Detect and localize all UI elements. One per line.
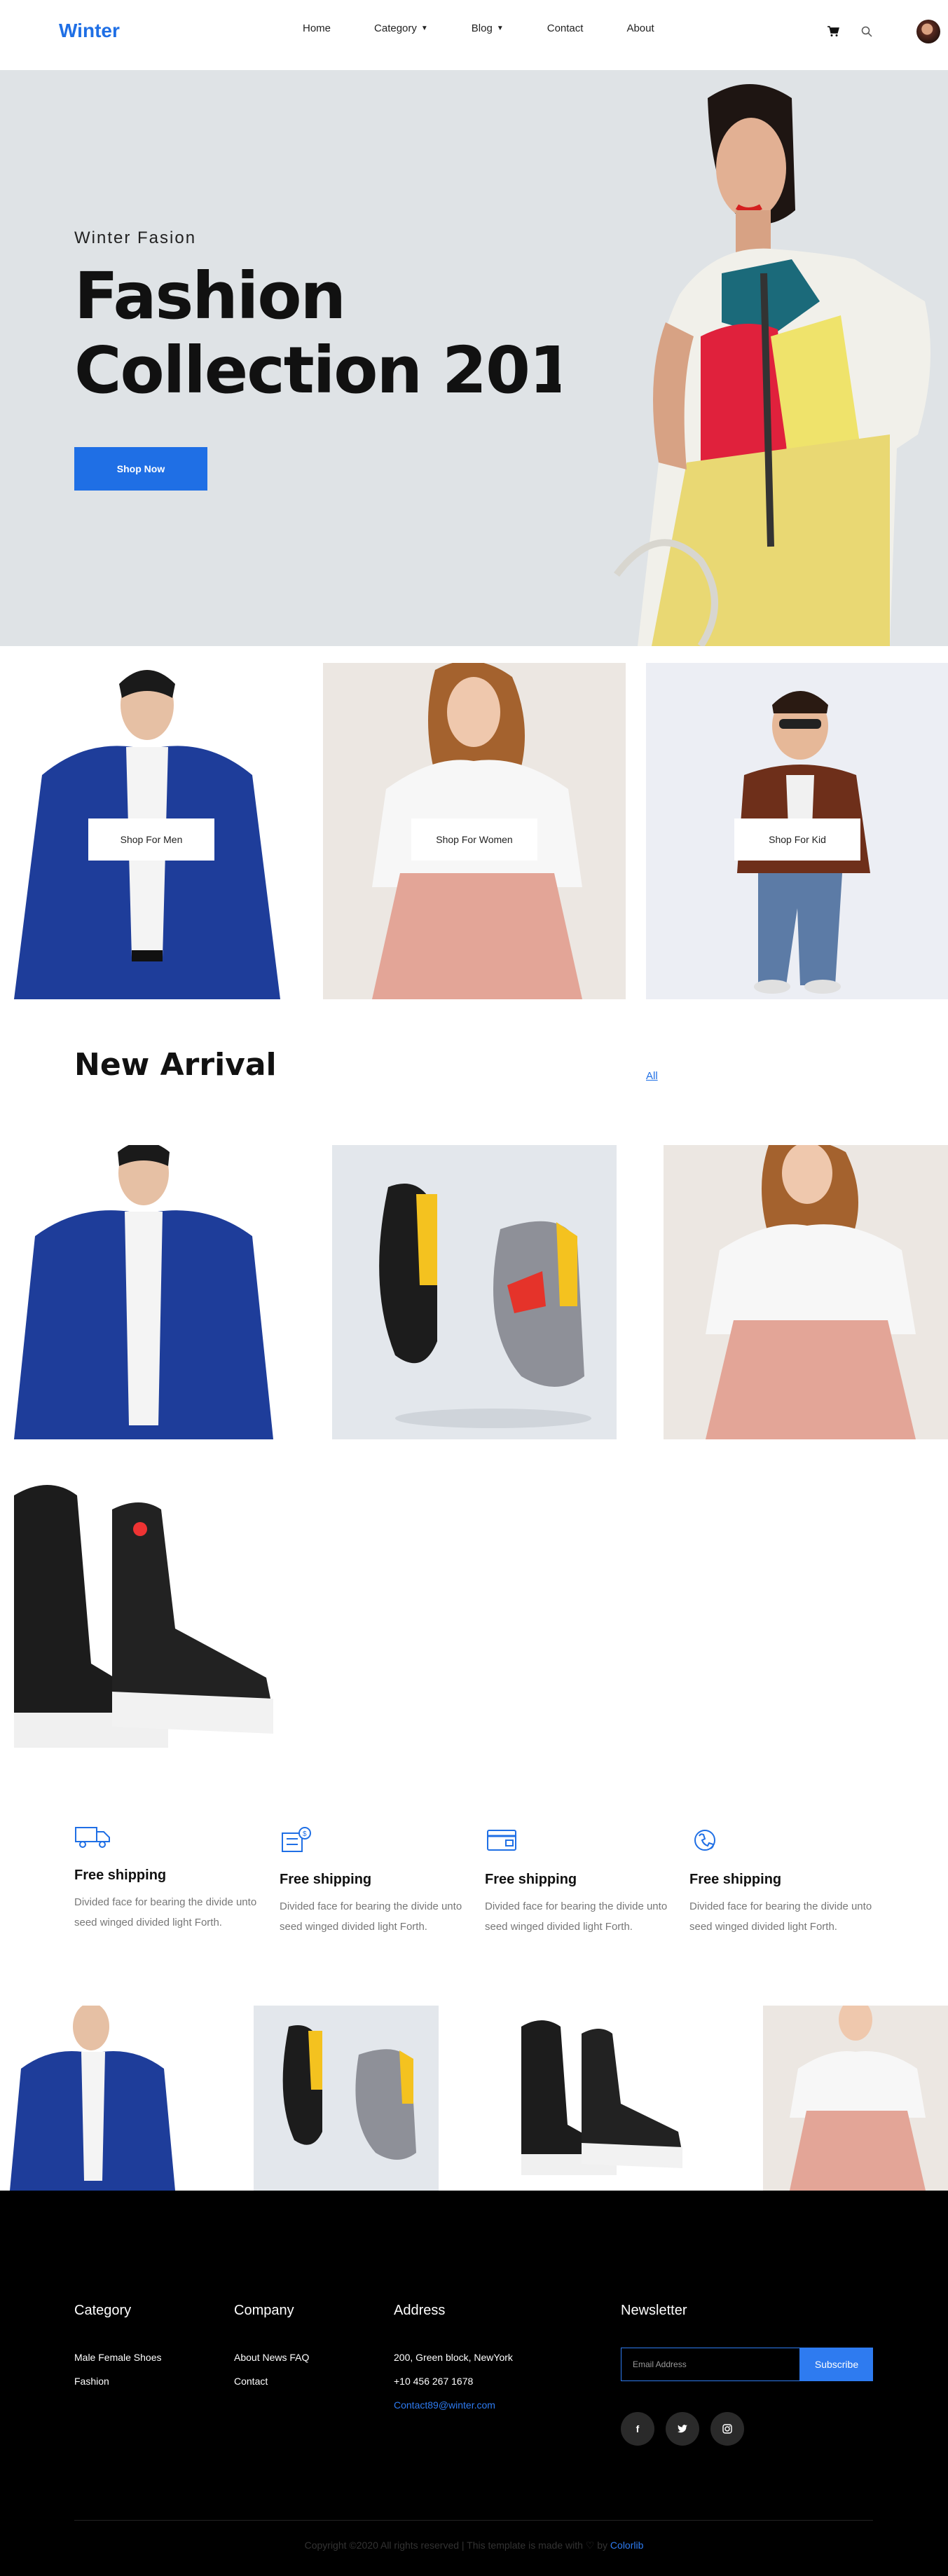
feature-text-line: seed winged divided light Forth. xyxy=(74,1917,222,1928)
product-card-high-top[interactable] xyxy=(0,1467,284,1762)
tile-kid[interactable]: Shop For Kid xyxy=(646,663,948,999)
svg-text:$: $ xyxy=(303,1830,307,1838)
hero-title-line-2: Collection 2019 xyxy=(74,333,617,408)
gallery-skirt xyxy=(763,2006,948,2191)
footer-category-links[interactable]: Male Female Shoes xyxy=(74,2352,162,2363)
facebook-icon[interactable]: f xyxy=(621,2412,654,2446)
tile-women[interactable]: Shop For Women xyxy=(323,663,626,999)
card-icon xyxy=(487,1830,516,1851)
nav-contact[interactable]: Contact xyxy=(547,22,584,34)
search-icon[interactable] xyxy=(858,22,876,41)
footer-category-title: Category xyxy=(74,2303,132,2318)
feature-text: Divided face for bearing the divide unto… xyxy=(485,1896,681,1937)
nav-home[interactable]: Home xyxy=(303,22,331,34)
product-card-blazer[interactable] xyxy=(0,1145,284,1439)
view-all-link[interactable]: All xyxy=(646,1070,658,1082)
site-footer: Category Male Female Shoes Fashion Compa… xyxy=(0,2191,948,2576)
feature-text-line: Divided face for bearing the divide unto xyxy=(485,1900,668,1912)
hero-subtitle: Winter Fasion xyxy=(74,228,197,247)
feature-text: Divided face for bearing the divide unto… xyxy=(74,1892,270,1933)
tile-men[interactable]: Shop For Men xyxy=(0,663,303,999)
footer-company-links[interactable]: About News FAQ xyxy=(234,2352,309,2363)
product-card-sneaker[interactable] xyxy=(332,1145,617,1439)
nav-about-label: About xyxy=(626,22,654,34)
hero-banner: Winter Fasion Fashion Collection 2019 Sh… xyxy=(0,70,948,646)
new-arrival-title: New Arrival xyxy=(74,1047,277,1083)
footer-address-line: 200, Green block, NewYork xyxy=(394,2352,513,2363)
feature-title: Free shipping xyxy=(485,1872,577,1887)
feature-title: Free shipping xyxy=(280,1872,372,1887)
feature-text-line: seed winged divided light Forth. xyxy=(280,1921,427,1933)
nav-about[interactable]: About xyxy=(626,22,654,34)
gallery-image-skirt[interactable] xyxy=(763,2006,948,2191)
footer-newsletter-title: Newsletter xyxy=(621,2303,687,2318)
money-icon: $ xyxy=(282,1827,311,1852)
feature-1: Free shipping Divided face for bearing t… xyxy=(74,1822,270,1933)
footer-company-title: Company xyxy=(234,2303,294,2318)
newsletter-email-input[interactable]: Email Address xyxy=(621,2348,800,2381)
nav-blog[interactable]: Blog ▼ xyxy=(472,22,504,34)
gallery-image-sneaker[interactable] xyxy=(254,2006,439,2191)
copyright-text: Copyright ©2020 All rights reserved | Th… xyxy=(0,2540,948,2551)
feature-title: Free shipping xyxy=(74,1868,167,1883)
instagram-icon[interactable] xyxy=(710,2412,744,2446)
shop-for-kid-button[interactable]: Shop For Kid xyxy=(734,818,860,861)
feature-text-line: Divided face for bearing the divide unto xyxy=(280,1900,462,1912)
sneaker-image xyxy=(332,1145,617,1439)
feature-text-line: seed winged divided light Forth. xyxy=(485,1921,633,1933)
high-top-image xyxy=(0,1467,284,1762)
truck-icon xyxy=(75,1827,110,1848)
nav-contact-label: Contact xyxy=(547,22,584,34)
site-header: Winter Home Category ▼ Blog ▼ Contact Abou… xyxy=(0,0,948,70)
feature-text: Divided face for bearing the divide unto… xyxy=(689,1896,886,1937)
shop-for-women-button[interactable]: Shop For Women xyxy=(411,818,537,861)
cart-icon[interactable] xyxy=(824,22,842,41)
feature-text-line: seed winged divided light Forth. xyxy=(689,1921,837,1933)
gallery-image-blazer[interactable] xyxy=(0,2006,185,2191)
caret-down-icon: ▼ xyxy=(420,25,428,32)
user-avatar[interactable] xyxy=(916,20,940,43)
site-logo[interactable]: Winter xyxy=(59,20,120,42)
colorlib-link[interactable]: Colorlib xyxy=(610,2540,643,2551)
main-nav: Home Category ▼ Blog ▼ Contact About xyxy=(303,22,698,34)
product-card-skirt[interactable] xyxy=(664,1145,948,1439)
hero-title-line-1: Fashion xyxy=(74,259,346,334)
shop-for-men-button[interactable]: Shop For Men xyxy=(88,818,214,861)
support-icon xyxy=(694,1830,715,1851)
gallery-high-top xyxy=(507,2006,692,2191)
feature-4: Free shipping Divided face for bearing t… xyxy=(689,1826,886,1937)
footer-category-fashion[interactable]: Fashion xyxy=(74,2376,109,2387)
footer-address-title: Address xyxy=(394,2303,446,2318)
gallery-image-high-top[interactable] xyxy=(507,2006,692,2191)
footer-company-contact[interactable]: Contact xyxy=(234,2376,268,2387)
copyright-prefix: Copyright ©2020 All rights reserved | Th… xyxy=(304,2540,610,2551)
caret-down-icon: ▼ xyxy=(496,25,504,32)
header-actions xyxy=(824,20,940,43)
feature-3: Free shipping Divided face for bearing t… xyxy=(485,1826,681,1937)
nav-category[interactable]: Category ▼ xyxy=(374,22,428,34)
footer-email-link[interactable]: Contact89@winter.com xyxy=(394,2399,495,2411)
nav-category-label: Category xyxy=(374,22,417,34)
gallery-sneaker xyxy=(254,2006,439,2191)
feature-text: Divided face for bearing the divide unto… xyxy=(280,1896,476,1937)
skirt-image xyxy=(664,1145,948,1439)
blazer-image xyxy=(0,1145,284,1439)
shop-now-button[interactable]: Shop Now xyxy=(74,447,207,491)
nav-blog-label: Blog xyxy=(471,22,493,34)
feature-title: Free shipping xyxy=(689,1872,782,1887)
twitter-icon[interactable] xyxy=(666,2412,699,2446)
subscribe-button[interactable]: Subscribe xyxy=(800,2348,873,2381)
footer-phone: +10 456 267 1678 xyxy=(394,2376,474,2387)
gallery-blazer xyxy=(0,2006,185,2191)
hero-model-image xyxy=(561,70,948,646)
feature-2: $ Free shipping Divided face for bearing… xyxy=(280,1826,476,1937)
hero-title: Fashion Collection 2019 xyxy=(74,259,617,408)
footer-divider xyxy=(74,2520,873,2521)
nav-home-label: Home xyxy=(303,22,331,34)
feature-text-line: Divided face for bearing the divide unto xyxy=(689,1900,872,1912)
feature-text-line: Divided face for bearing the divide unto xyxy=(74,1896,257,1908)
